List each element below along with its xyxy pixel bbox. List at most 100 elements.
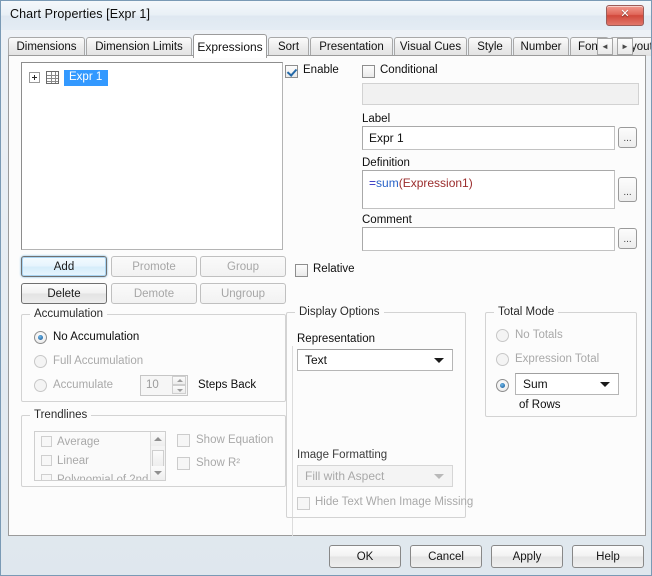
comment-input[interactable] [362,227,615,251]
definition-function: sum [376,176,399,190]
trendline-checkbox[interactable] [41,455,52,466]
display-options-group-title: Display Options [295,306,384,318]
steps-back-stepper[interactable]: 10 [140,375,188,396]
tab-expressions[interactable]: Expressions [193,34,267,58]
label-comment-caption: Comment [362,214,412,226]
table-icon [46,71,59,84]
title-bar: Chart Properties [Expr 1] [1,1,651,30]
checkbox-conditional[interactable] [362,65,375,78]
list-item-label: Average [57,435,100,448]
list-item[interactable]: Polynomial of 2nd d [35,470,165,481]
label-image-formatting: Image Formatting [297,449,388,461]
label-conditional: Conditional [380,64,438,76]
label-input[interactable]: Expr 1 [362,126,615,150]
expression-tree[interactable]: Expr 1 [21,62,283,250]
image-formatting-value: Fill with Aspect [305,469,385,483]
label-browse-button[interactable]: ... [618,127,637,148]
checkbox-relative[interactable] [295,264,308,277]
aggregation-select[interactable]: Sum [515,373,619,395]
tab-presentation[interactable]: Presentation [310,37,393,56]
definition-browse-button[interactable]: ... [618,177,637,202]
list-item[interactable]: Linear [35,451,165,470]
tree-item-label: Expr 1 [64,69,109,86]
chevron-down-icon [434,358,444,363]
trendline-checkbox[interactable] [41,436,52,447]
tab-scroll-prev-icon[interactable]: ◄ [597,38,613,55]
tab-scroll-next-icon[interactable]: ► [617,38,633,55]
checkbox-hide-text-when-image-missing[interactable] [297,497,310,510]
tab-strip: Dimensions Dimension Limits Expressions … [8,34,651,58]
tab-dimension-limits[interactable]: Dimension Limits [86,37,192,56]
label-representation: Representation [297,333,375,345]
representation-value: Text [305,353,328,367]
chart-properties-dialog: Chart Properties [Expr 1] Dimensions Dim… [0,0,652,576]
image-formatting-select[interactable]: Fill with Aspect [297,465,453,487]
conditional-input[interactable] [362,83,639,105]
stepper-down-icon[interactable] [172,385,186,394]
radio-full-accumulation[interactable] [34,355,47,368]
tab-style[interactable]: Style [468,37,512,56]
expressions-tab-panel: Expr 1 Add Promote Group Delete Demote U… [8,55,646,536]
tab-number[interactable]: Number [513,37,569,56]
checkbox-show-equation[interactable] [177,434,190,447]
ok-button[interactable]: OK [329,545,401,568]
delete-button[interactable]: Delete [21,283,107,304]
label-accumulate: Accumulate [53,379,114,391]
representation-select[interactable]: Text [297,349,453,371]
window-title: Chart Properties [Expr 1] [10,7,151,21]
definition-field: Expression1 [402,176,469,190]
expand-icon[interactable] [29,72,40,83]
label-enable: Enable [303,64,339,76]
group-button: Group [200,256,286,277]
trendlines-group: Trendlines Average Linear Polynomial of … [21,409,286,487]
display-options-group: Display Options Representation Text Imag… [286,306,473,518]
list-item-label: Linear [57,454,89,467]
comment-browse-button[interactable]: ... [618,228,637,249]
radio-no-accumulation[interactable] [34,331,47,344]
label-no-totals: No Totals [515,329,563,341]
checkbox-enable[interactable] [285,65,298,78]
cancel-button[interactable]: Cancel [410,545,482,568]
ungroup-button: Ungroup [200,283,286,304]
trendlines-scrollbar[interactable] [150,432,165,480]
scroll-down-icon[interactable] [151,466,165,480]
radio-accumulate[interactable] [34,379,47,392]
help-button[interactable]: Help [572,545,644,568]
trendlines-group-title: Trendlines [30,409,92,421]
accumulation-group: Accumulation No Accumulation Full Accumu… [21,308,286,402]
chevron-down-icon [434,474,444,479]
apply-button[interactable]: Apply [491,545,563,568]
label-definition-caption: Definition [362,157,410,169]
label-show-equation: Show Equation [196,434,274,446]
radio-aggregation[interactable] [496,379,509,392]
stepper-up-icon[interactable] [172,376,186,385]
definition-equals: = [369,176,377,190]
trendlines-list[interactable]: Average Linear Polynomial of 2nd d Polyn… [34,431,166,481]
demote-button: Demote [111,283,197,304]
trendline-checkbox[interactable] [41,474,52,480]
close-icon[interactable] [606,5,644,26]
chevron-down-icon [600,382,610,387]
steps-back-value: 10 [146,379,159,391]
tab-visual-cues[interactable]: Visual Cues [394,37,467,56]
radio-expression-total[interactable] [496,353,509,366]
scroll-up-icon[interactable] [151,432,165,446]
label-show-r2: Show R² [196,457,241,469]
definition-input[interactable]: =sum(Expression1) [362,170,615,209]
accumulation-group-title: Accumulation [30,308,108,320]
total-mode-group-title: Total Mode [494,306,559,318]
add-button[interactable]: Add [21,256,107,277]
tab-sort[interactable]: Sort [268,37,309,56]
tab-dimensions[interactable]: Dimensions [8,37,85,56]
list-item[interactable]: Average [35,432,165,451]
radio-no-totals[interactable] [496,329,509,342]
label-no-accumulation: No Accumulation [53,331,140,343]
label-hide-text-when-image-missing: Hide Text When Image Missing [315,496,474,508]
label-label-caption: Label [362,113,391,125]
checkbox-show-r2[interactable] [177,457,190,470]
tree-item-expr1[interactable]: Expr 1 [29,69,109,86]
definition-close-paren: ) [468,176,473,190]
label-relative: Relative [313,263,355,275]
list-item-label: Polynomial of 2nd d [57,473,159,481]
label-full-accumulation: Full Accumulation [53,355,144,367]
